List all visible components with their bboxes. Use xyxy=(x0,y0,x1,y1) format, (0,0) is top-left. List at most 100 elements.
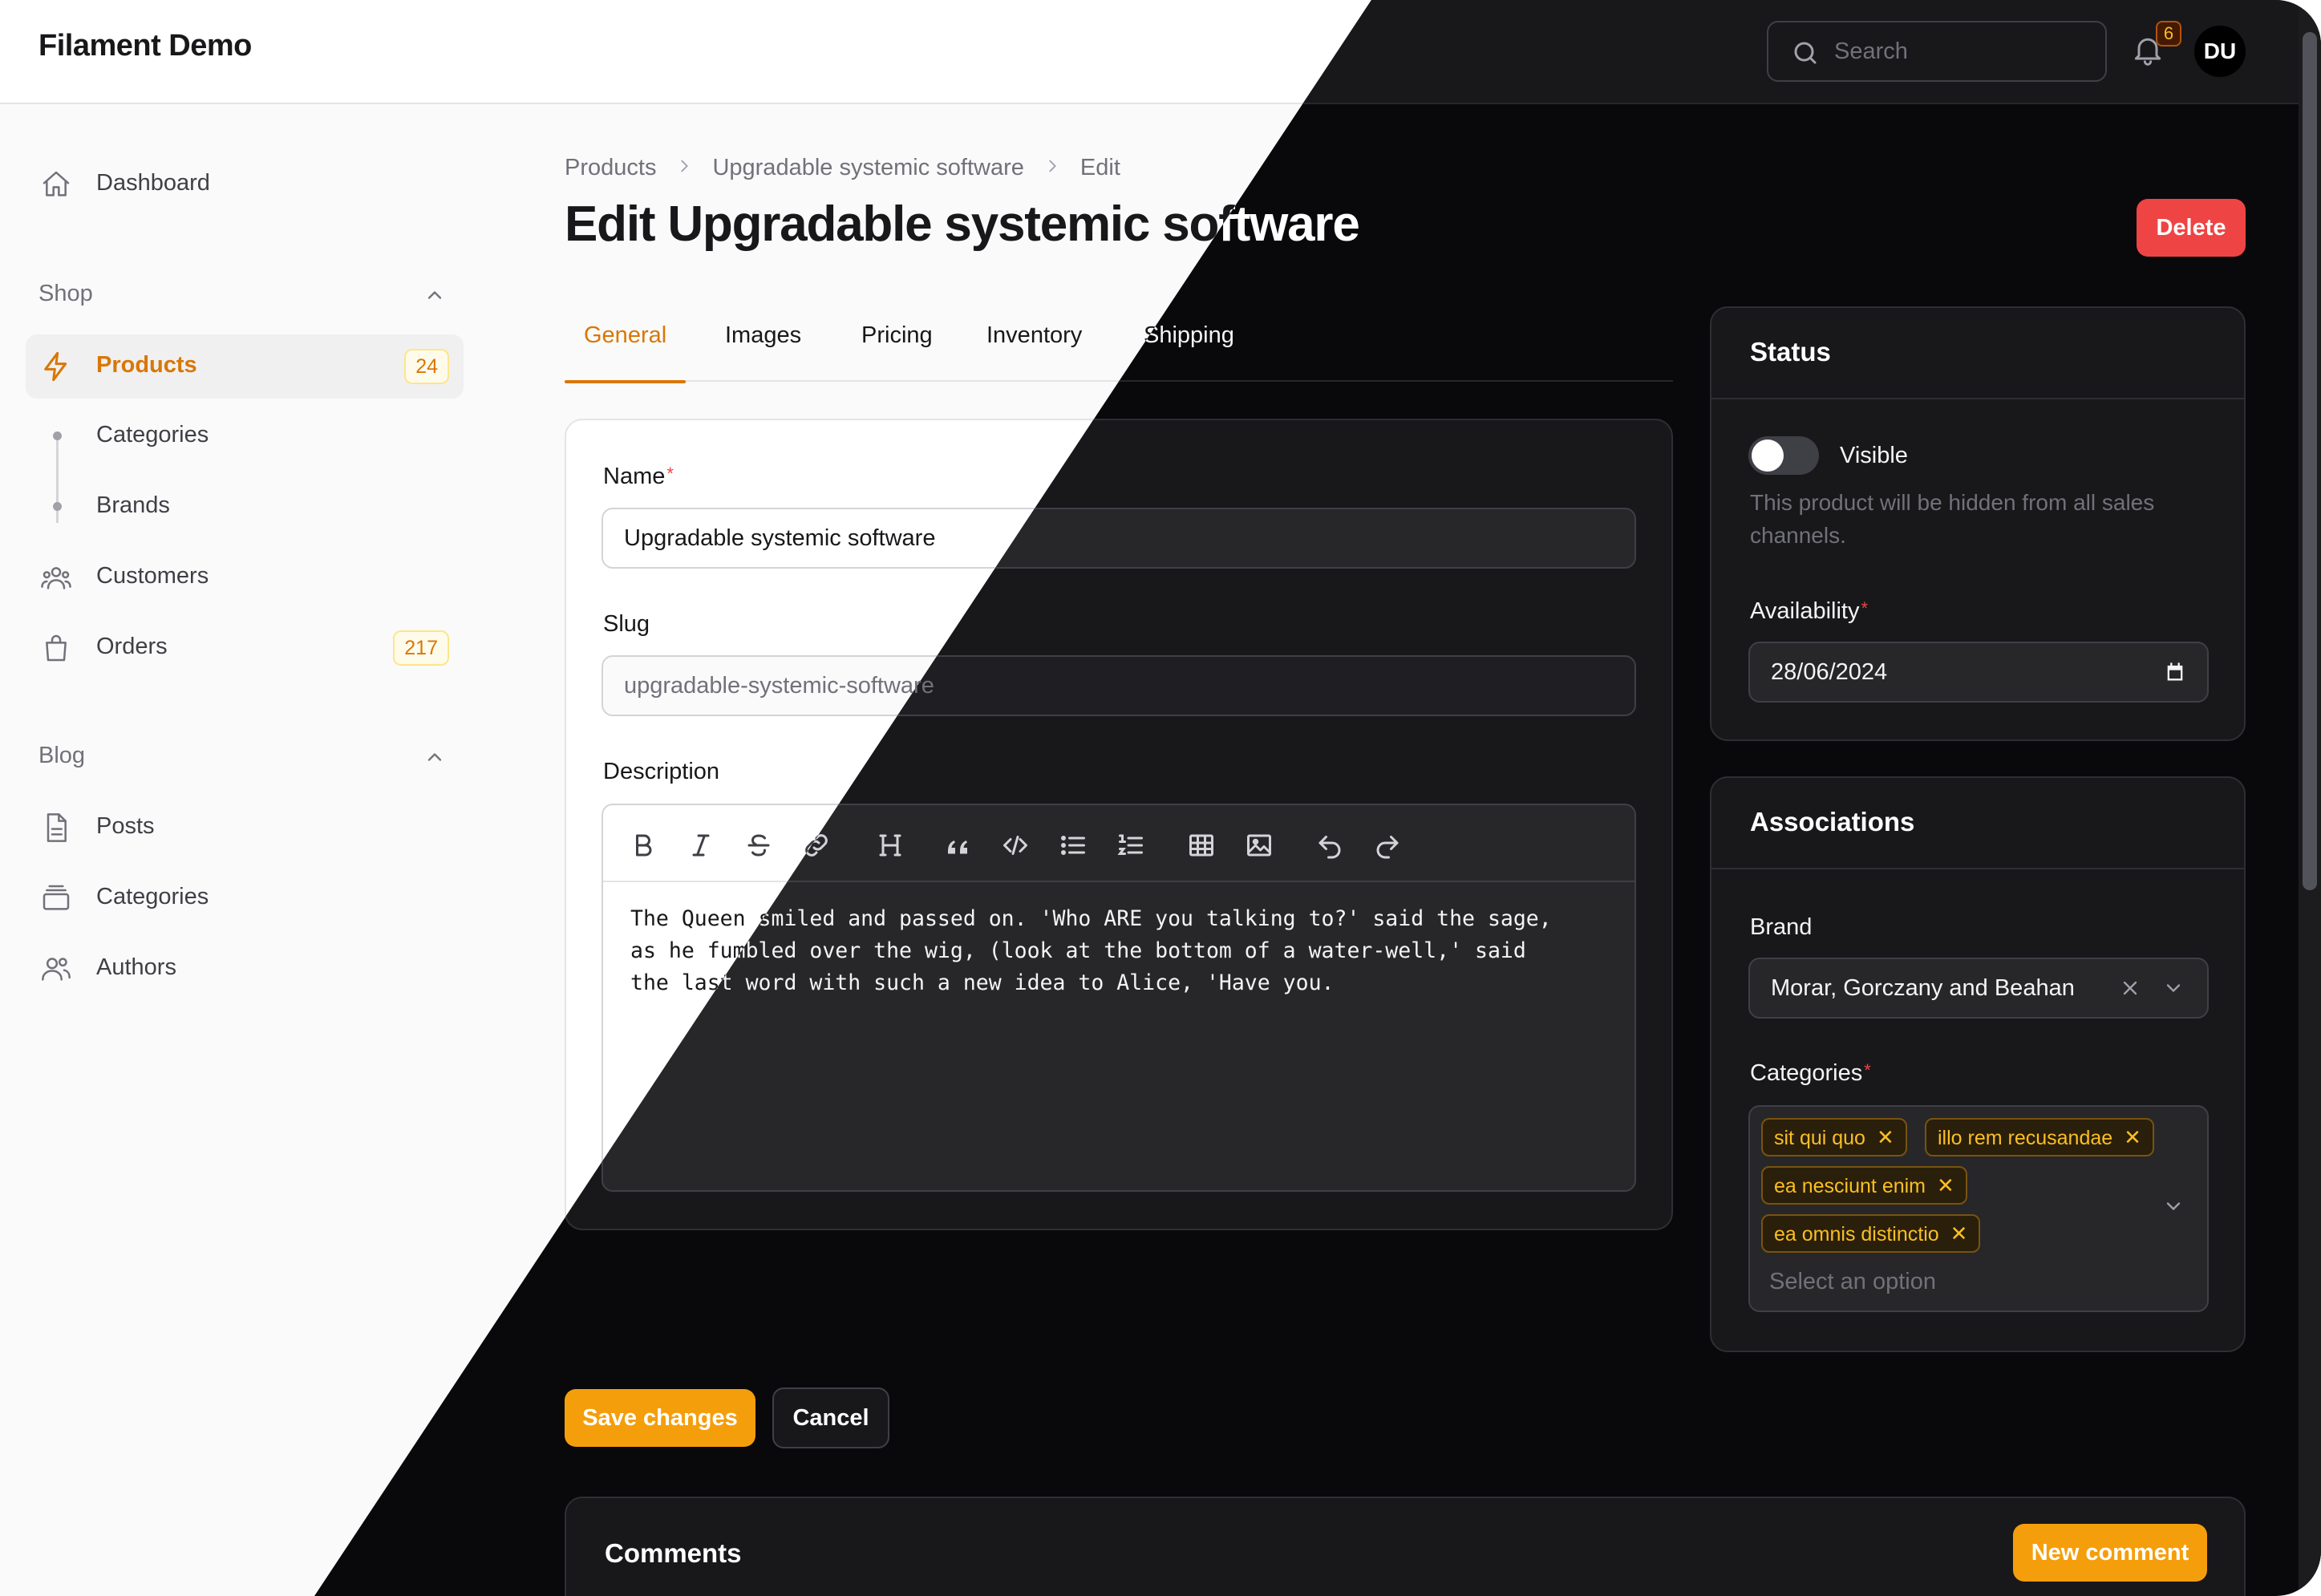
sidebar-item-label: Products xyxy=(96,352,197,378)
avatar[interactable]: DU xyxy=(2194,26,2246,77)
cancel-button[interactable]: Cancel xyxy=(772,1387,889,1448)
sidebar-item-posts[interactable]: Posts xyxy=(26,796,464,860)
sidebar-item-blog-categories[interactable]: Categories xyxy=(26,866,464,930)
save-changes-button[interactable]: Save changes xyxy=(565,1389,755,1447)
toggle-knob xyxy=(1752,440,1784,472)
shopping-bag-icon xyxy=(40,632,72,668)
sidebar-item-categories[interactable]: Categories xyxy=(26,404,464,468)
sidebar-item-label: Authors xyxy=(96,954,176,980)
availability-date-input[interactable]: 28/06/2024 xyxy=(1748,642,2209,703)
sidebar-item-label: Categories xyxy=(96,422,209,448)
new-comment-button[interactable]: New comment xyxy=(2013,1524,2207,1582)
table-icon[interactable] xyxy=(1187,831,1216,860)
tab-general[interactable]: General xyxy=(565,322,687,383)
strikethrough-icon[interactable] xyxy=(744,831,773,860)
sidebar-item-label: Categories xyxy=(96,884,209,909)
editor-line: the last word with such a new idea to Al… xyxy=(630,970,1335,995)
users-group-icon xyxy=(40,561,72,597)
breadcrumb-item: Edit xyxy=(1079,154,1120,180)
bolt-icon xyxy=(40,350,72,387)
editor-line: as he fumbled over the wig, (look at the… xyxy=(630,938,1526,963)
brand-value: Morar, Gorczany and Beahan xyxy=(1771,975,2075,1001)
breadcrumb-item[interactable]: Upgradable systemic software xyxy=(712,155,1023,181)
calendar-icon[interactable] xyxy=(2164,661,2186,683)
chevron-up-icon[interactable] xyxy=(423,746,446,772)
sidebar-item-dashboard[interactable]: Dashboard xyxy=(26,152,464,217)
redo-icon[interactable] xyxy=(1373,831,1402,860)
description-label: Description xyxy=(603,759,720,784)
sidebar-item-authors[interactable]: Authors xyxy=(26,937,464,1001)
clear-icon[interactable] xyxy=(2119,977,2141,999)
notification-badge: 6 xyxy=(2156,21,2181,47)
scrollbar-thumb[interactable] xyxy=(2303,32,2317,890)
sidebar-item-customers[interactable]: Customers xyxy=(26,545,464,610)
remove-tag-icon[interactable]: ✕ xyxy=(2124,1125,2141,1149)
count-badge: 24 xyxy=(404,349,449,384)
category-tag: sit qui quo ✕ xyxy=(1761,1118,1907,1156)
tab-pricing[interactable]: Pricing xyxy=(842,322,952,382)
sidebar-item-label: Orders xyxy=(96,634,168,659)
heading-icon[interactable] xyxy=(876,831,905,860)
bullet-list-icon[interactable] xyxy=(1059,831,1088,860)
sidebar: Dashboard Shop Products 24 Categories Br… xyxy=(0,104,481,1596)
sidebar-item-brands[interactable]: Brands xyxy=(26,475,464,539)
categories-placeholder: Select an option xyxy=(1769,1269,1936,1294)
quote-icon[interactable] xyxy=(943,831,972,860)
category-tag: ea omnis distinctio ✕ xyxy=(1761,1214,1981,1253)
visible-toggle[interactable] xyxy=(1748,436,1819,475)
delete-button[interactable]: Delete xyxy=(2137,199,2246,257)
image-icon[interactable] xyxy=(1245,831,1274,860)
tab-inventory[interactable]: Inventory xyxy=(967,322,1101,382)
editor-content[interactable]: The Queen smiled and passed on. 'Who ARE… xyxy=(630,903,1609,999)
chevron-down-icon[interactable] xyxy=(2162,1195,2185,1217)
code-icon[interactable] xyxy=(1001,831,1030,860)
sidebar-item-products[interactable]: Products 24 xyxy=(26,334,464,399)
brand-label: Brand xyxy=(1750,914,1813,940)
status-card-title: Status xyxy=(1750,337,1831,367)
folder-stack-icon xyxy=(40,882,72,918)
name-label: Name* xyxy=(603,464,674,489)
undo-icon[interactable] xyxy=(1315,831,1344,860)
users-icon xyxy=(40,953,72,989)
category-tag: ea nesciunt enim ✕ xyxy=(1761,1166,1967,1205)
remove-tag-icon[interactable]: ✕ xyxy=(1937,1173,1954,1197)
visible-label: Visible xyxy=(1840,443,1908,468)
app-frame: Filament Demo Dashboard Shop Products 24… xyxy=(0,0,2321,1596)
sidebar-item-orders[interactable]: Orders 217 xyxy=(26,616,464,680)
comments-card: Comments xyxy=(565,1497,2246,1596)
associations-card-title: Associations xyxy=(1750,807,1915,836)
breadcrumb: Products Upgradable systemic software Edit xyxy=(565,154,1120,181)
category-tag: illo rem recusandae ✕ xyxy=(1925,1118,2154,1156)
availability-label: Availability* xyxy=(1750,598,1869,624)
card-divider xyxy=(1711,868,2244,869)
tab-images[interactable]: Images xyxy=(706,322,820,382)
sidebar-item-label: Posts xyxy=(96,813,155,839)
card-divider xyxy=(1711,398,2244,399)
chevron-right-icon xyxy=(1043,155,1061,181)
visible-helper-text: This product will be hidden from all sal… xyxy=(1750,490,2155,548)
ordered-list-icon[interactable] xyxy=(1116,831,1145,860)
nav-group-blog[interactable]: Blog xyxy=(38,743,85,769)
italic-icon[interactable] xyxy=(687,831,715,860)
editor-line: The Queen smiled and passed on. 'Who ARE… xyxy=(630,906,1552,931)
slug-label: Slug xyxy=(603,611,650,637)
brand-select[interactable]: Morar, Gorczany and Beahan xyxy=(1748,958,2209,1019)
home-icon xyxy=(40,168,72,205)
app-logo[interactable]: Filament Demo xyxy=(38,29,252,63)
chevron-right-icon xyxy=(675,155,693,181)
nav-group-shop[interactable]: Shop xyxy=(38,281,93,307)
chevron-down-icon[interactable] xyxy=(2162,977,2185,999)
sidebar-item-label: Brands xyxy=(96,492,170,518)
availability-date-value: 28/06/2024 xyxy=(1771,659,1888,685)
global-search[interactable]: Search xyxy=(1767,21,2107,82)
chevron-up-icon[interactable] xyxy=(423,284,446,310)
remove-tag-icon[interactable]: ✕ xyxy=(1950,1221,1968,1246)
bold-icon[interactable] xyxy=(629,831,658,860)
search-placeholder: Search xyxy=(1834,38,1908,64)
count-badge: 217 xyxy=(393,630,449,666)
remove-tag-icon[interactable]: ✕ xyxy=(1877,1125,1894,1149)
comments-title: Comments xyxy=(605,1538,742,1568)
categories-label: Categories* xyxy=(1750,1060,1871,1086)
breadcrumb-item[interactable]: Products xyxy=(565,155,656,181)
document-icon xyxy=(40,812,72,848)
